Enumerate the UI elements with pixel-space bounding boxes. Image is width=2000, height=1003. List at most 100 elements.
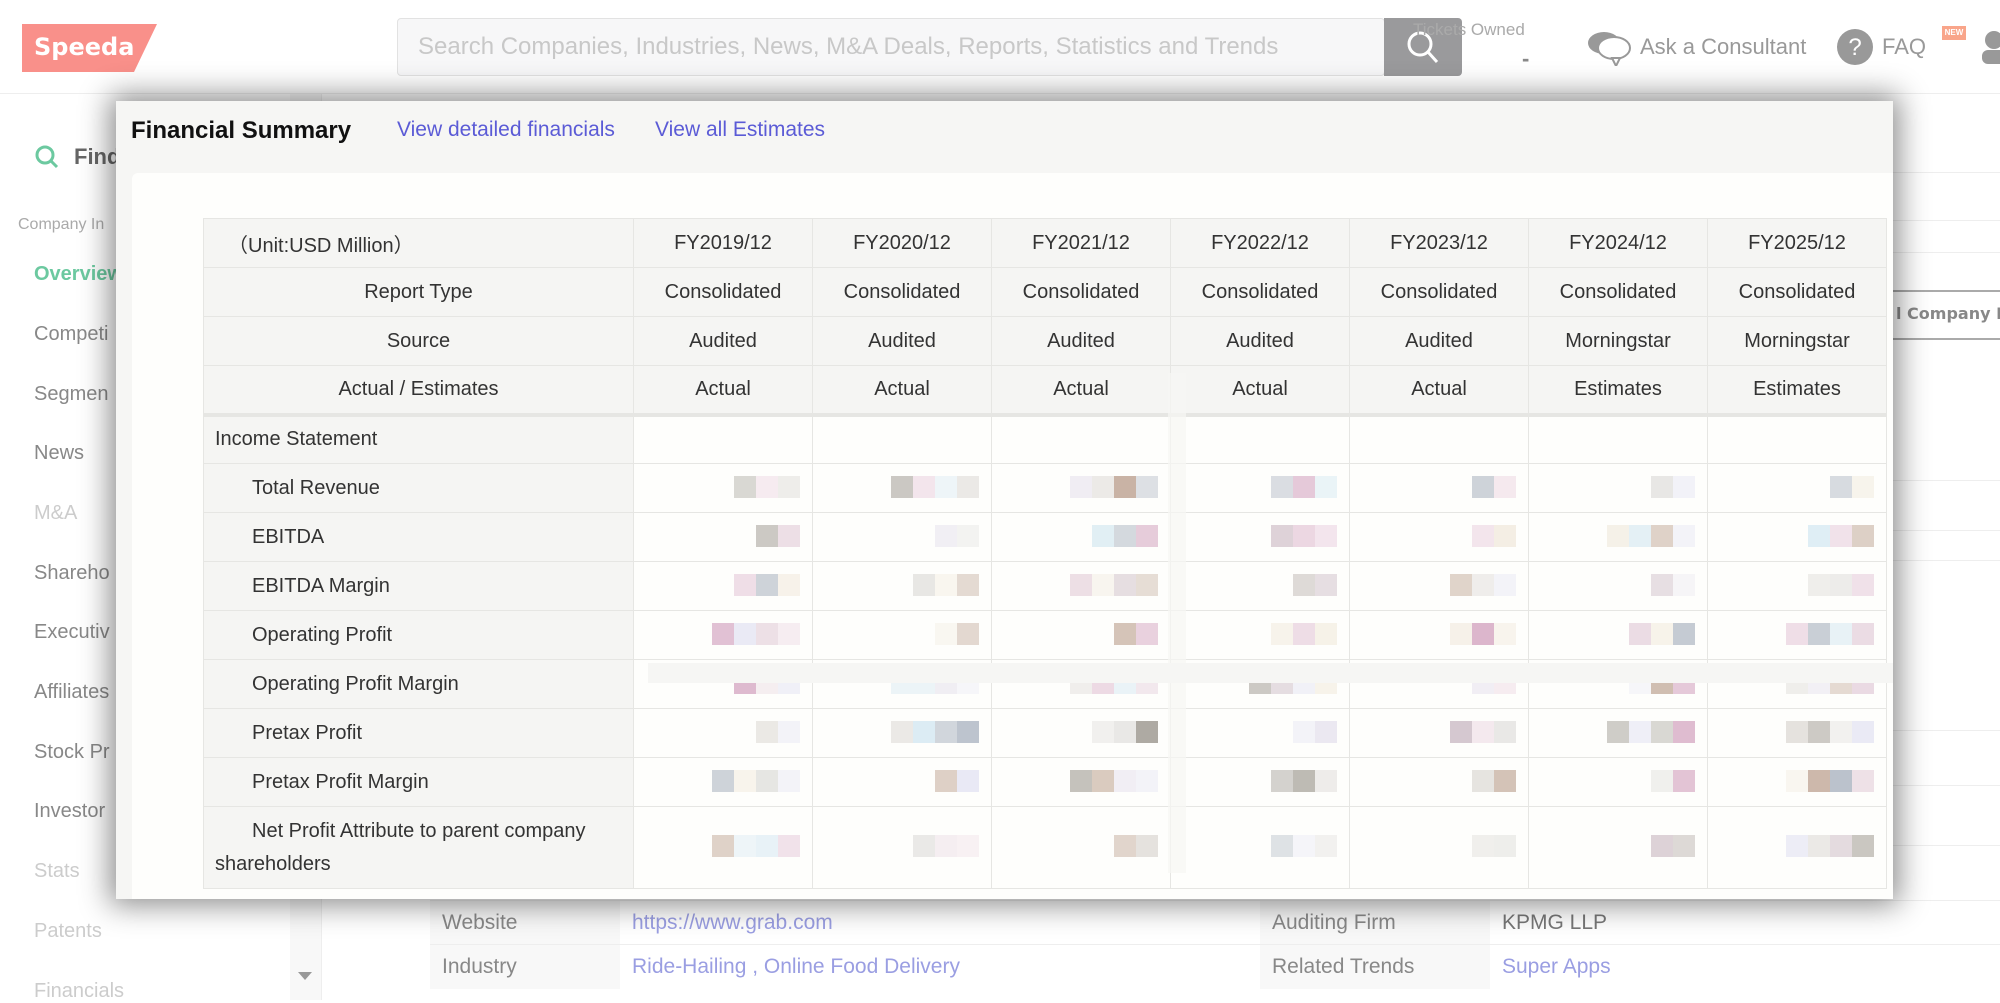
sidebar-item[interactable]: Stock Pr (34, 741, 110, 764)
report-type-value: Consolidated (1707, 267, 1887, 317)
sidebar-item[interactable]: Patents (34, 920, 102, 943)
source-row: Source Audited Audited Audited Audited Audite… (203, 316, 1887, 366)
pixel-block (1673, 835, 1695, 857)
empty-cell (633, 412, 813, 464)
pixelated-value (891, 476, 979, 500)
search-input[interactable] (398, 19, 1386, 75)
pixel-block (1830, 835, 1852, 857)
scroll-down-arrow-icon[interactable] (298, 972, 312, 980)
pixel-block (1651, 623, 1673, 645)
year-header: FY2022/12 (1170, 218, 1350, 268)
obscured-value (1349, 708, 1529, 758)
source-value: Audited (633, 316, 813, 366)
empty-cell (812, 412, 992, 464)
pixel-block (1315, 623, 1337, 645)
pixel-block (734, 835, 756, 857)
pixelated-value (1786, 770, 1874, 794)
pixel-block (1629, 721, 1651, 743)
pixel-block (935, 721, 957, 743)
faq-button[interactable]: ? FAQ (1836, 28, 1926, 66)
tickets-owned-value: - (1522, 46, 1530, 71)
pixel-block (957, 525, 979, 547)
sidebar-item[interactable]: M&A (34, 502, 77, 525)
pixel-block (1136, 623, 1158, 645)
pixelated-value (734, 574, 800, 598)
svg-text:?: ? (1848, 34, 1861, 61)
trend-link[interactable]: Super Apps (1502, 955, 1611, 978)
pixelated-value (1092, 525, 1158, 549)
pixelated-value (1472, 770, 1516, 794)
pixelated-value (1472, 525, 1516, 549)
pixel-block (1494, 721, 1516, 743)
pixel-block (935, 476, 957, 498)
sidebar-item[interactable]: Segmen (34, 383, 109, 406)
obscured-value (1528, 561, 1708, 611)
sidebar-item[interactable]: News (34, 442, 84, 465)
pixel-block (756, 623, 778, 645)
obscured-value (812, 463, 992, 513)
pixelated-value (1070, 770, 1158, 794)
obscured-value (991, 512, 1171, 562)
obscured-value (991, 708, 1171, 758)
obscured-value (812, 708, 992, 758)
pixelated-value (1271, 835, 1337, 859)
empty-cell (1707, 412, 1887, 464)
pixel-block (1293, 623, 1315, 645)
obscured-value (633, 561, 813, 611)
divider (1880, 845, 2000, 846)
pixel-block (1830, 721, 1852, 743)
obscured-value (1707, 463, 1887, 513)
year-header: FY2019/12 (633, 218, 813, 268)
view-all-estimates-link[interactable]: View all Estimates (655, 118, 825, 142)
website-link[interactable]: https://www.grab.com (632, 911, 833, 934)
obscured-value (1349, 610, 1529, 660)
metric-label: Operating Profit (203, 610, 634, 660)
empty-cell (1349, 412, 1529, 464)
sidebar-item[interactable]: Competi (34, 323, 108, 346)
info-row: Website https://www.grab.com Auditing Fi… (430, 900, 2000, 945)
pixel-block (935, 770, 957, 792)
sidebar-item[interactable]: Executiv (34, 621, 110, 644)
pixel-block (756, 721, 778, 743)
pixel-block (778, 770, 800, 792)
sidebar-item[interactable]: Investor (34, 800, 105, 823)
obscured-value (1707, 561, 1887, 611)
obscured-value (1170, 610, 1350, 660)
sidebar-item[interactable]: Overview (34, 263, 123, 286)
obscured-value (812, 512, 992, 562)
pixel-block (756, 525, 778, 547)
report-type-label: Report Type (203, 267, 634, 317)
top-header: Speeda Tickets Owned - Ask a Consultant … (0, 0, 2000, 94)
pixel-block (1472, 770, 1494, 792)
source-value: Audited (1349, 316, 1529, 366)
sidebar-item[interactable]: Shareho (34, 562, 110, 585)
info-value: Super Apps (1490, 944, 2000, 989)
metric-label: Operating Profit Margin (203, 659, 634, 709)
pixel-block (1114, 835, 1136, 857)
metric-label: EBITDA (203, 512, 634, 562)
pixel-block (712, 770, 734, 792)
sidebar-item[interactable]: Stats (34, 860, 80, 883)
pixelated-value (1114, 623, 1158, 647)
year-header: FY2021/12 (991, 218, 1171, 268)
speeda-logo[interactable]: Speeda (22, 24, 157, 72)
pixel-block (1271, 835, 1293, 857)
find-button[interactable]: Find (34, 144, 120, 170)
industry-link[interactable]: Ride-Hailing , Online Food Delivery (632, 955, 960, 978)
user-icon[interactable] (1980, 30, 2000, 71)
company-tab[interactable]: l Company P (1880, 290, 2000, 340)
divider (648, 663, 1893, 683)
obscured-value (1170, 561, 1350, 611)
pixel-block (1293, 574, 1315, 596)
view-detailed-financials-link[interactable]: View detailed financials (397, 118, 615, 142)
obscured-value (991, 561, 1171, 611)
obscured-value (1349, 806, 1529, 889)
ask-consultant-button[interactable]: Ask a Consultant (1586, 28, 1806, 66)
metric-row: Total Revenue (203, 463, 1887, 513)
financial-table-panel: （Unit:USD Million） FY2019/12 FY2020/12 FY20… (132, 173, 1893, 899)
pixelated-value (935, 623, 979, 647)
sidebar-item[interactable]: Affiliates (34, 681, 109, 704)
pixel-block (1673, 770, 1695, 792)
obscured-value (633, 806, 813, 889)
pixelated-value (1293, 721, 1337, 745)
